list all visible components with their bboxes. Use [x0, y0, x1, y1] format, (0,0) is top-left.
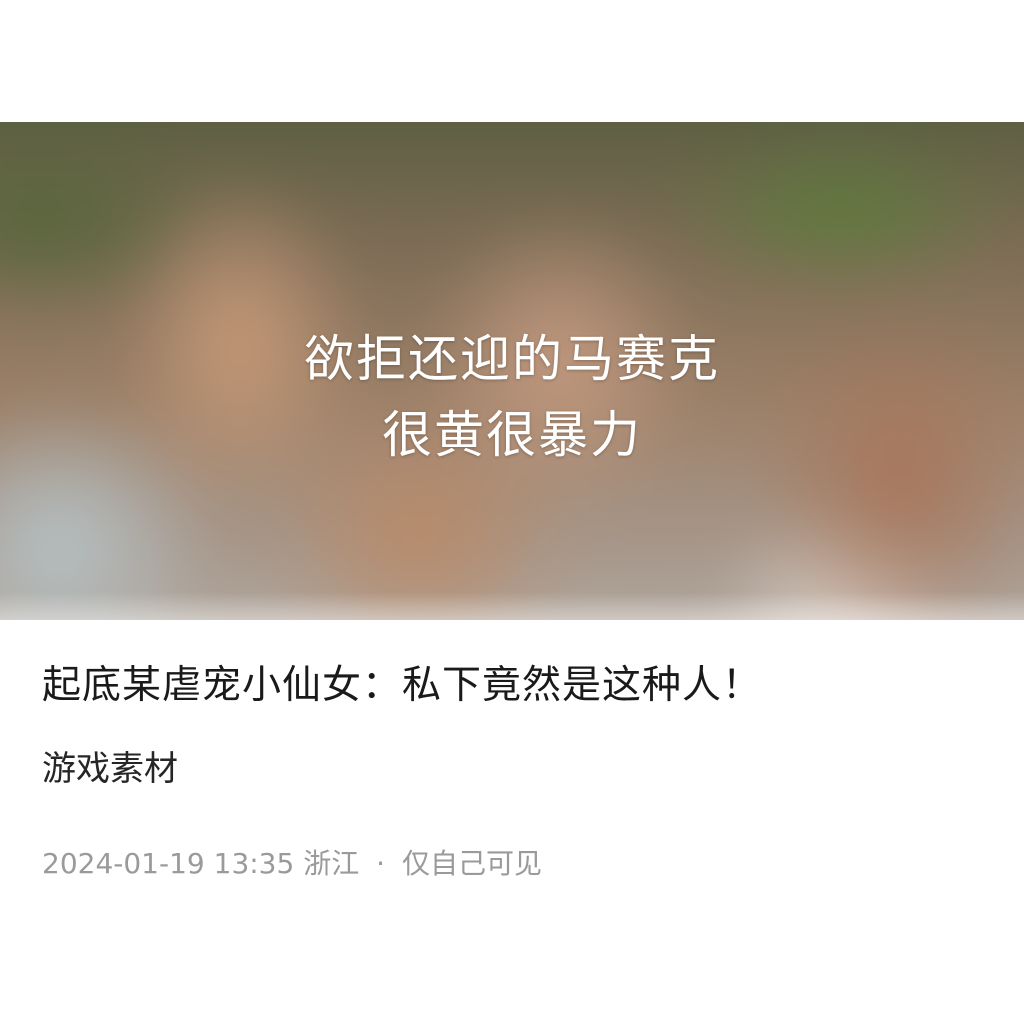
- post-category-tag[interactable]: 游戏素材: [42, 752, 178, 786]
- post-timestamp: 2024-01-19 13:35: [42, 847, 295, 880]
- post-title[interactable]: 起底某虐宠小仙女：私下竟然是这种人！: [42, 666, 762, 705]
- meta-separator: ·: [376, 847, 386, 880]
- cover-fade-overlay: [0, 592, 1024, 662]
- cover-caption-line-2: 很黄很暴力: [382, 406, 642, 464]
- post-visibility: 仅自己可见: [401, 847, 542, 880]
- post-cover-image[interactable]: 欲拒还迎的马赛克 很黄很暴力: [0, 122, 1024, 620]
- post-meta: 2024-01-19 13:35 浙江 · 仅自己可见: [42, 850, 542, 878]
- post-location: 浙江: [303, 847, 360, 880]
- cover-caption-line-1: 欲拒还迎的马赛克: [304, 330, 720, 388]
